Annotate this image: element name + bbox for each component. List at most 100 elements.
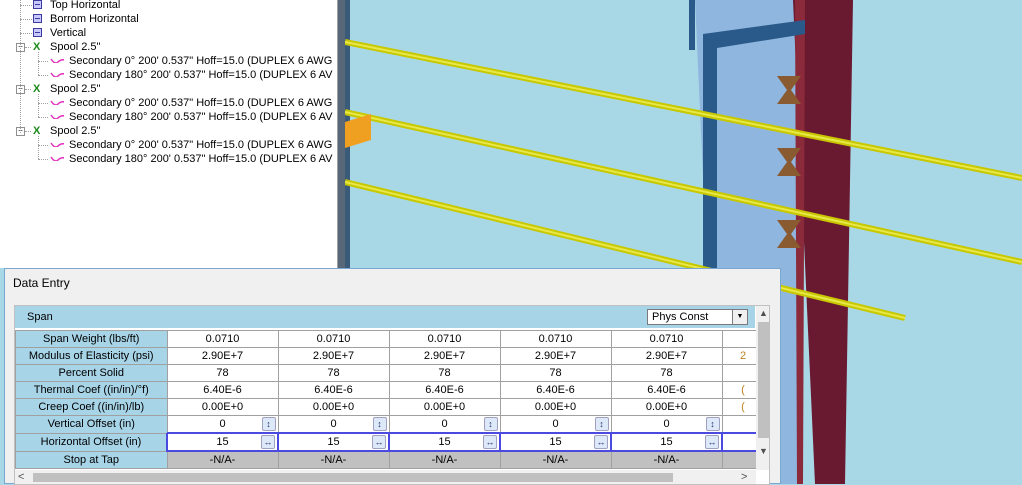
- grid-cell[interactable]: 15 ↔: [277, 432, 390, 452]
- grid-cell[interactable]: -N/A-: [166, 450, 279, 469]
- grid-cell[interactable]: -N/A-: [499, 450, 612, 469]
- left-right-arrows-icon[interactable]: ↔: [483, 435, 497, 449]
- cell-value: -N/A-: [320, 454, 347, 466]
- grid-cell[interactable]: 15 ↔: [166, 432, 279, 452]
- left-right-arrows-icon[interactable]: ↔: [594, 435, 608, 449]
- grid-cell[interactable]: 0.0710: [388, 330, 501, 348]
- vertical-scroll-thumb[interactable]: [758, 322, 769, 438]
- grid-cell[interactable]: 0.00E+0: [499, 398, 612, 416]
- grid-cell[interactable]: 2.90E+7: [166, 347, 279, 365]
- span-header: Span Phys Const ▼: [15, 306, 755, 328]
- grid-cell[interactable]: 6.40E-6: [388, 381, 501, 399]
- grid-cell[interactable]: 0 ↕: [277, 415, 390, 434]
- cell-value: 15: [216, 436, 229, 448]
- scroll-up-icon[interactable]: ▲: [756, 308, 769, 320]
- grid-cell[interactable]: 0.0710: [610, 330, 723, 348]
- grid-cell[interactable]: 0.00E+0: [388, 398, 501, 416]
- horizontal-scroll-thumb[interactable]: [33, 473, 673, 482]
- tree-item-label: Top Horizontal: [50, 0, 121, 11]
- spool-insulator-icon: X: [33, 41, 41, 53]
- wire-wave-icon: [50, 58, 64, 63]
- spool-insulator-icon: X: [33, 125, 41, 137]
- scroll-left-icon[interactable]: <: [18, 470, 28, 484]
- cell-value: 15: [438, 436, 451, 448]
- grid-cell[interactable]: 6.40E-6: [610, 381, 723, 399]
- section-label: Span: [27, 311, 53, 323]
- grid-cell[interactable]: 6.40E-6: [499, 381, 612, 399]
- left-right-arrows-icon[interactable]: ↔: [372, 435, 386, 449]
- up-down-arrows-icon[interactable]: ↕: [372, 417, 387, 431]
- grid-cell[interactable]: 78: [610, 364, 723, 382]
- scroll-down-icon[interactable]: ▼: [756, 446, 769, 458]
- grid-cell[interactable]: 78: [277, 364, 390, 382]
- grid-cell[interactable]: 15 ↔: [499, 432, 612, 452]
- tree-item-label: Vertical: [50, 27, 87, 39]
- cell-value: 2.90E+7: [312, 350, 355, 362]
- scroll-right-icon[interactable]: >: [741, 470, 751, 484]
- cell-value: 2.90E+7: [423, 350, 466, 362]
- grid-cell[interactable]: 15 ↔: [388, 432, 501, 452]
- up-down-arrows-icon[interactable]: ↕: [483, 417, 498, 431]
- grid-cell[interactable]: 2.90E+7: [499, 347, 612, 365]
- grid-row: Modulus of Elasticity (psi) 2.90E+7 2.90E+…: [15, 347, 765, 365]
- cell-value: 0.0710: [649, 333, 684, 345]
- up-down-arrows-icon[interactable]: ↕: [594, 417, 609, 431]
- grid-cell[interactable]: -N/A-: [388, 450, 501, 469]
- grid-cell[interactable]: 15 ↔: [610, 432, 723, 452]
- grid-cell[interactable]: -N/A-: [277, 450, 390, 469]
- grid-cell[interactable]: 0 ↕: [388, 415, 501, 434]
- cell-value: (: [741, 401, 745, 413]
- chevron-down-icon[interactable]: ▼: [732, 310, 747, 324]
- grid-cell[interactable]: 0.00E+0: [166, 398, 279, 416]
- grid-cell[interactable]: 6.40E-6: [277, 381, 390, 399]
- wire-wave-icon: [50, 142, 64, 147]
- cell-value: -N/A-: [209, 454, 236, 466]
- blue-square-icon: [33, 0, 42, 9]
- row-header: Stop at Tap: [15, 450, 168, 469]
- grid-cell[interactable]: -N/A-: [610, 450, 723, 469]
- left-right-arrows-icon[interactable]: ↔: [261, 435, 275, 449]
- grid-cell[interactable]: 78: [388, 364, 501, 382]
- tree-view[interactable]: Top Horizontal Borrom Horizontal Vertical −…: [0, 0, 338, 268]
- tree-item-label: Spool 2.5": [50, 125, 101, 137]
- horizontal-scrollbar[interactable]: < >: [15, 470, 756, 484]
- grid-cell[interactable]: 0.0710: [499, 330, 612, 348]
- grid-cell[interactable]: 0 ↕: [166, 415, 279, 434]
- grid-cell[interactable]: 0 ↕: [499, 415, 612, 434]
- grid-cell[interactable]: 0.00E+0: [277, 398, 390, 416]
- cell-value: 6.40E-6: [203, 384, 242, 396]
- grid-cell[interactable]: 0 ↕: [610, 415, 723, 434]
- grid-cell[interactable]: 78: [166, 364, 279, 382]
- cell-value: 15: [549, 436, 562, 448]
- grid-cell[interactable]: 2.90E+7: [388, 347, 501, 365]
- grid-cell[interactable]: 2.90E+7: [277, 347, 390, 365]
- grid-cell[interactable]: 6.40E-6: [166, 381, 279, 399]
- cell-value: 0: [441, 418, 448, 430]
- grid-cell[interactable]: 0.00E+0: [610, 398, 723, 416]
- up-down-arrows-icon[interactable]: ↕: [705, 417, 720, 431]
- grid-cell[interactable]: 2.90E+7: [610, 347, 723, 365]
- vertical-scrollbar[interactable]: ▲ ▼: [756, 306, 769, 470]
- grid-row: Span Weight (lbs/ft) 0.0710 0.0710 0.0710 0.…: [15, 330, 765, 348]
- phys-const-dropdown[interactable]: Phys Const ▼: [647, 309, 748, 325]
- left-right-arrows-icon[interactable]: ↔: [705, 435, 719, 449]
- grid-cell[interactable]: 0.0710: [277, 330, 390, 348]
- cell-value: 0.00E+0: [201, 401, 244, 413]
- cell-value: 6.40E-6: [314, 384, 353, 396]
- cell-value: 2: [739, 350, 747, 362]
- grid-cell[interactable]: 78: [499, 364, 612, 382]
- up-down-arrows-icon[interactable]: ↕: [261, 417, 276, 431]
- cell-value: 6.40E-6: [647, 384, 686, 396]
- tree-item-label: Secondary 180° 200' 0.537" Hoff=15.0 (DU…: [69, 69, 333, 81]
- grid-row: Creep Coef ((in/in)/lb) 0.00E+0 0.00E+0 0.0…: [15, 398, 765, 416]
- grid-row: Horizontal Offset (in) 15 ↔ 15 ↔ 15 ↔ 15 ↔ 15 ↔: [15, 432, 765, 452]
- cell-value: 15: [327, 436, 340, 448]
- cell-value: 0.00E+0: [645, 401, 688, 413]
- row-header: Creep Coef ((in/in)/lb): [15, 398, 168, 416]
- tree-item-label: Spool 2.5": [50, 41, 101, 53]
- grid-row: Percent Solid 78 78 78 78 78: [15, 364, 765, 382]
- grid-cell[interactable]: 0.0710: [166, 330, 279, 348]
- grid-row: Stop at Tap -N/A- -N/A- -N/A- -N/A- -N/A-: [15, 450, 765, 469]
- panel-divider[interactable]: [338, 0, 345, 268]
- blue-square-icon: [33, 14, 42, 23]
